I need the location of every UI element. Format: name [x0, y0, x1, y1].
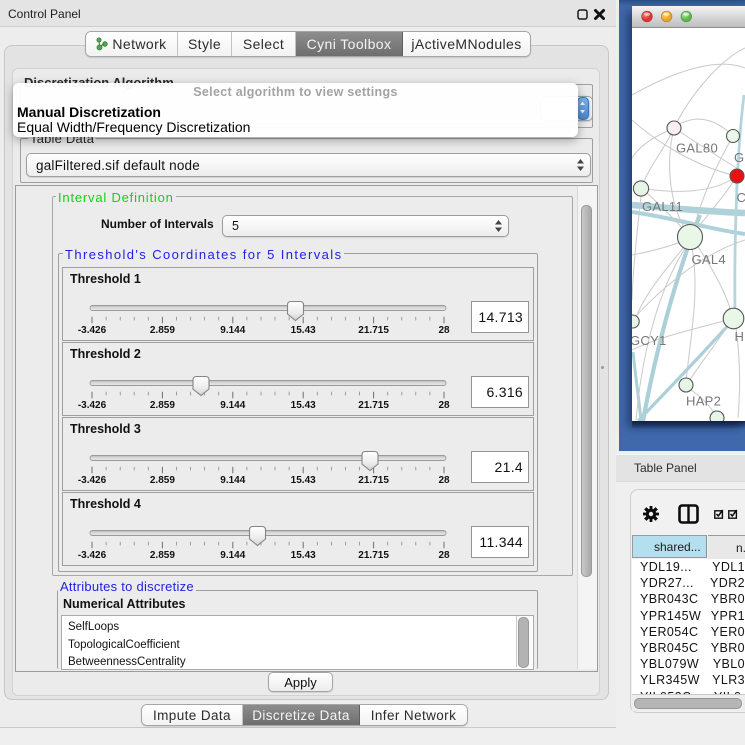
svg-text:H: H — [735, 329, 745, 344]
svg-text:GCY1: GCY1 — [632, 333, 667, 348]
svg-text:G...: G... — [734, 150, 745, 165]
svg-text:GAL11: GAL11 — [642, 199, 683, 214]
svg-text:GAL80: GAL80 — [676, 141, 718, 156]
svg-text:C: C — [737, 190, 745, 205]
svg-text:HAP2: HAP2 — [686, 394, 721, 409]
svg-text:GAL4: GAL4 — [692, 252, 726, 267]
